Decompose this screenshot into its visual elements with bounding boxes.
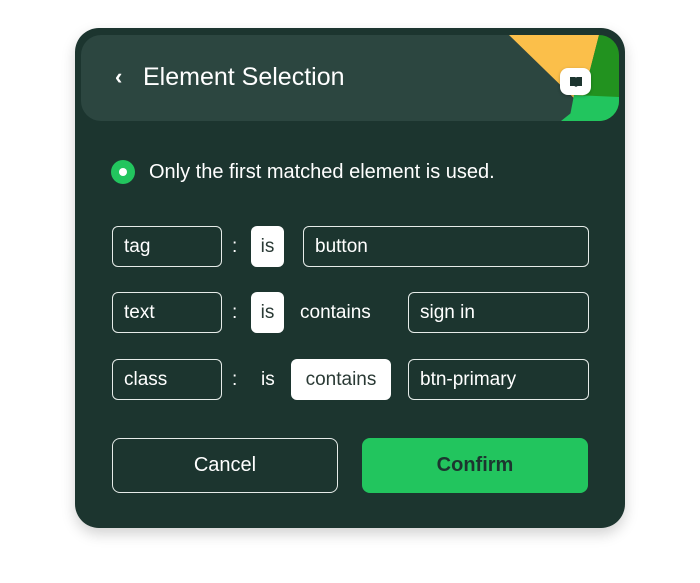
chevron-left-icon[interactable]: ‹ [115,63,122,91]
match-note: Only the first matched element is used. [111,160,495,184]
separator: : [232,302,238,323]
separator: : [232,369,238,390]
confirm-button[interactable]: Confirm [362,438,588,493]
element-selection-dialog: ‹ Element Selection Only the first match… [75,28,625,528]
operator-is-selected[interactable]: is [251,292,284,333]
guide-button[interactable] [560,68,591,95]
attribute-field-tag[interactable]: tag [112,226,222,267]
value-field-class[interactable]: btn-primary [408,359,589,400]
attribute-field-text[interactable]: text [112,292,222,333]
book-open-icon [569,76,582,87]
value-field-text[interactable]: sign in [408,292,589,333]
operator-contains[interactable]: contains [300,302,371,324]
operator-is-selected[interactable]: is [251,226,284,267]
cancel-button[interactable]: Cancel [112,438,338,493]
value-field-tag[interactable]: button [303,226,589,267]
match-note-text: Only the first matched element is used. [149,160,495,183]
operator-is[interactable]: is [261,369,275,391]
separator: : [232,236,238,257]
operator-contains-selected[interactable]: contains [291,359,391,400]
radio-selected-icon[interactable] [111,160,135,184]
dialog-title: Element Selection [143,63,345,91]
attribute-field-class[interactable]: class [112,359,222,400]
dialog-header: ‹ Element Selection [81,35,619,121]
